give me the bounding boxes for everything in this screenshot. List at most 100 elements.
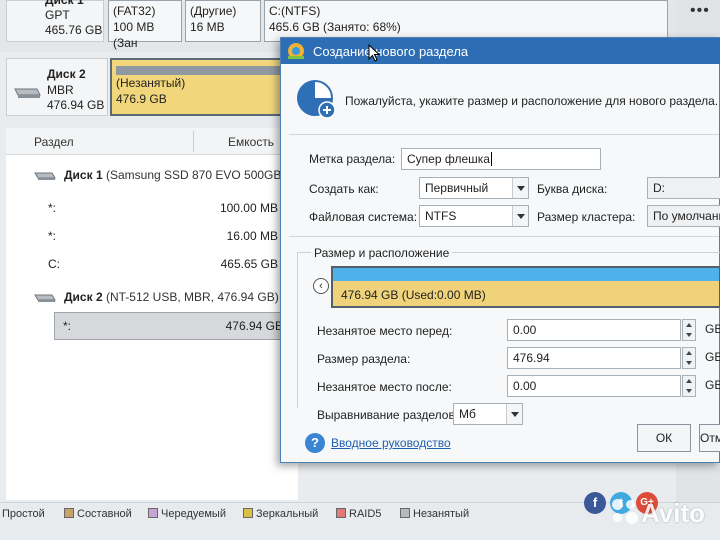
legend-swatch [64,508,74,518]
disk1-tree-name: Диск 1 [64,168,103,182]
ok-button[interactable]: ОК [637,424,691,452]
free-after-caption: Незанятое место после: [317,380,452,394]
filesystem-caption: Файловая система: [309,210,418,224]
avito-watermark: Avito [612,498,705,529]
partition-name: *: [48,229,57,243]
mouse-cursor-icon [368,44,380,62]
unallocated-label: (Незанятый) [116,76,186,90]
chevron-left-icon[interactable]: ‹ [313,278,329,294]
legend-item: Незанятый [400,508,469,520]
cluster-size-select[interactable]: По умолчанию [647,205,720,227]
partition-label-caption: Метка раздела: [309,152,396,166]
partition-row[interactable]: *: 100.00 MB [48,198,298,218]
hard-drive-icon [34,172,56,180]
disk1-segment-fat32[interactable]: (FAT32) 100 MB (Зан [108,0,182,50]
unit-label: GB [705,378,720,392]
legend-swatch [336,508,346,518]
partition-row[interactable]: *: 16.00 MB [48,226,298,246]
disk1-segment-other[interactable]: (Другие) 16 MB [185,0,261,42]
partition-capacity: 476.94 GB [225,319,283,333]
more-options-icon[interactable]: ••• [690,2,710,20]
drive-letter-caption: Буква диска: [537,182,608,196]
used-space-bar [333,268,719,281]
legend-swatch [148,508,158,518]
disk2-tree-detail: (NT-512 USB, MBR, 476.94 GB) [105,290,279,304]
segment-line1: (Другие) [190,4,237,18]
cancel-button[interactable]: Отм [699,424,720,452]
partition-list-header: Раздел Емкость [6,128,298,155]
free-after-stepper[interactable] [682,375,696,397]
segment-line2: 100 MB (Зан [113,20,155,50]
partition-capacity: 100.00 MB [219,201,278,215]
column-header-capacity[interactable]: Емкость [228,135,274,149]
legend-swatch [400,508,410,518]
unit-label: GB [705,322,720,336]
alignment-select[interactable]: Мб [453,403,523,425]
unallocated-bar [116,66,284,75]
partition-size-bar[interactable]: 476.94 GB (Used:0.00 MB) [331,266,720,308]
disk2-tree-row[interactable]: Диск 2 (NT-512 USB, MBR, 476.94 GB) [34,290,279,304]
segment-line1: (FAT32) [113,4,156,18]
disk2-tree-name: Диск 2 [64,290,103,304]
disk1-name: Диск 1 [45,0,84,7]
filesystem-select[interactable]: NTFS [419,205,529,227]
partition-size-input[interactable]: 476.94 [507,347,681,369]
create-partition-dialog: Создание нового раздела Пожалуйста, укаж… [280,37,720,463]
partition-row-selected[interactable]: *: 476.94 GB [54,312,298,340]
hard-drive-icon [34,294,56,302]
facebook-icon[interactable]: f [584,492,606,514]
disk1-size: 465.76 GB [45,23,103,37]
legend-item: RAID5 [336,508,381,520]
partition-size-stepper[interactable] [682,347,696,369]
partition-pie-icon [297,80,336,119]
drive-letter-select[interactable]: D: [647,177,720,199]
hard-drive-icon [14,88,41,98]
create-as-select[interactable]: Первичный [419,177,529,199]
free-before-stepper[interactable] [682,319,696,341]
help-icon[interactable]: ? [305,433,325,453]
dialog-title: Создание нового раздела [313,44,469,59]
divider [289,236,719,237]
chevron-down-icon[interactable] [506,404,522,424]
partition-label-input[interactable]: Супер флешка [401,148,601,170]
partition-list: Раздел Емкость Диск 1 (Samsung SSD 870 E… [6,128,298,500]
alignment-caption: Выравнивание разделов: [317,408,459,422]
divider [289,134,719,135]
column-separator [193,131,194,152]
legend-item: Зеркальный [243,508,318,520]
legend-item: Составной [64,508,132,520]
help-guide-link[interactable]: Вводное руководство [331,436,451,450]
chevron-down-icon[interactable] [512,206,528,226]
free-before-caption: Незанятое место перед: [317,324,453,338]
disk2-name: Диск 2 [47,67,86,81]
disk2-size: 476.94 GB [47,98,105,112]
disk2-unallocated-block[interactable]: (Незанятый) 476.9 GB [110,58,286,116]
avito-logo-icon [612,499,638,525]
segment-line1: C:(NTFS) [269,4,321,18]
partition-capacity: 465.65 GB [220,257,278,271]
legend-item: Простой [2,508,45,520]
create-as-caption: Создать как: [309,182,379,196]
dialog-instruction: Пожалуйста, укажите размер и расположени… [345,94,719,108]
free-after-input[interactable]: 0.00 [507,375,681,397]
cluster-size-caption: Размер кластера: [537,210,636,224]
dialog-titlebar[interactable]: Создание нового раздела [281,38,720,64]
disk1-segment-c-ntfs[interactable]: C:(NTFS) 465.6 GB (Занято: 68%) [264,0,668,42]
disk2-card[interactable]: Диск 2 MBR 476.94 GB [6,58,108,116]
app-icon [288,43,304,59]
chevron-down-icon[interactable] [512,178,528,198]
disk1-tree-row[interactable]: Диск 1 (Samsung SSD 870 EVO 500GB [34,168,281,182]
partition-capacity: 16.00 MB [226,229,278,243]
free-before-input[interactable]: 0.00 [507,319,681,341]
partition-row[interactable]: C: 465.65 GB [48,254,298,274]
disk2-type: MBR [47,83,74,97]
disk1-tree-detail: (Samsung SSD 870 EVO 500GB [105,168,282,182]
disk1-card[interactable]: Диск 1 GPT 465.76 GB [6,0,104,42]
segment-line2: 16 MB [190,20,225,34]
disk1-type: GPT [45,8,70,22]
column-header-partition[interactable]: Раздел [34,135,74,149]
partition-size-caption: Размер раздела: [317,352,411,366]
legend-swatch [243,508,253,518]
partition-bar-text: 476.94 GB (Used:0.00 MB) [341,288,486,302]
segment-line2: 465.6 GB (Занято: 68%) [269,20,401,34]
